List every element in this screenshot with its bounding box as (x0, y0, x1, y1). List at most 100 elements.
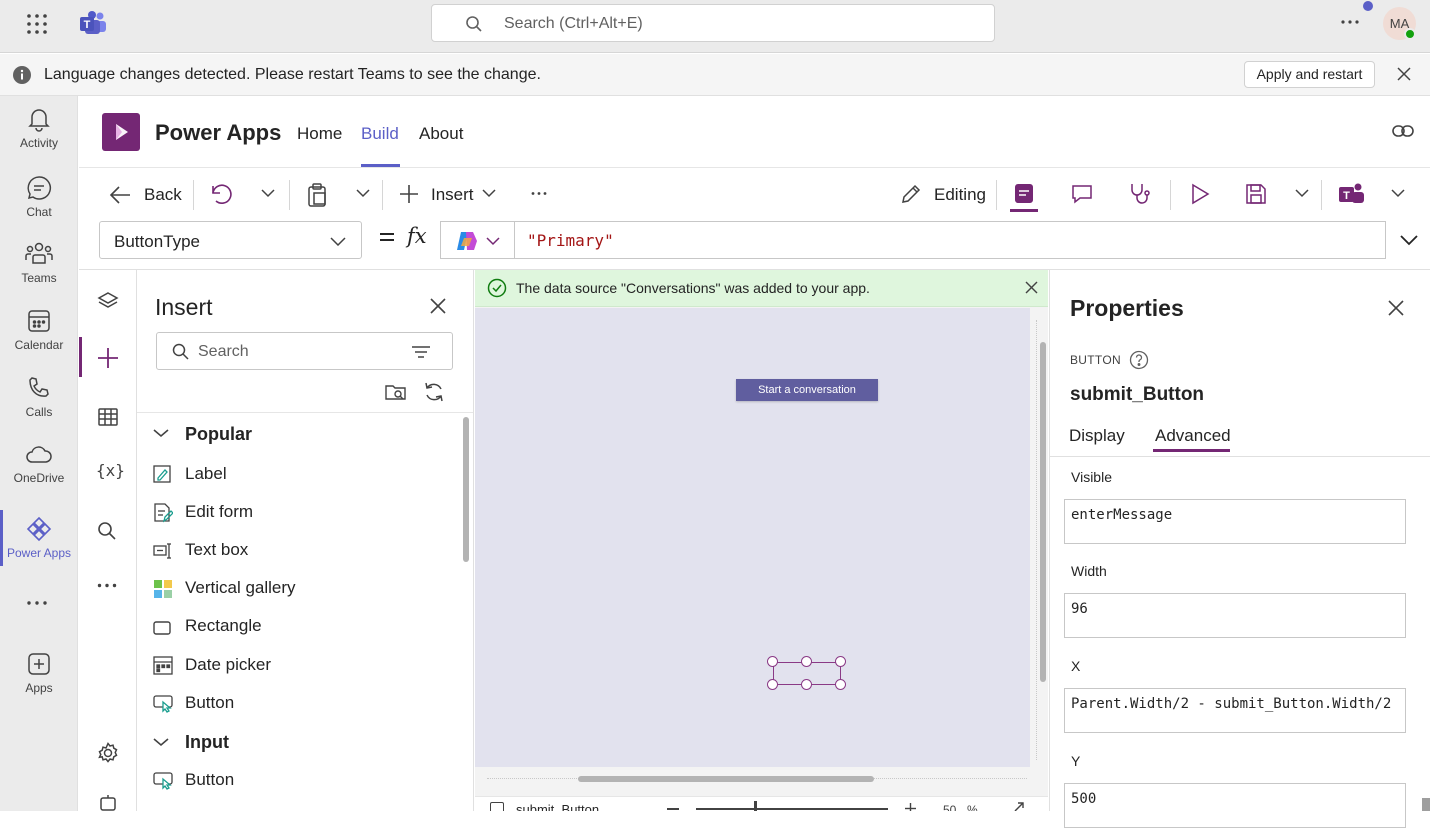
undo-icon[interactable] (210, 183, 234, 205)
chevron-down-icon[interactable] (261, 188, 275, 198)
insert-plus-icon[interactable] (399, 184, 419, 204)
tab-display[interactable]: Display (1069, 426, 1125, 446)
insert-item-rectangle[interactable]: Rectangle (137, 612, 457, 646)
insert-item-vertical-gallery[interactable]: Vertical gallery (137, 574, 457, 608)
tab-build-underline (361, 164, 400, 167)
resize-handle[interactable] (767, 679, 778, 690)
teams-logo-icon: T (79, 11, 107, 35)
paste-icon[interactable] (306, 183, 328, 207)
chevron-down-icon[interactable] (482, 188, 496, 198)
canvas-horizontal-scrollbar[interactable] (578, 776, 874, 782)
formula-input[interactable]: "Primary" (440, 221, 1386, 259)
collapse-popular-icon[interactable] (153, 428, 169, 438)
close-pane-icon[interactable] (430, 298, 446, 314)
tab-advanced[interactable]: Advanced (1155, 426, 1231, 446)
rail-item-chat[interactable]: Chat (0, 175, 78, 219)
tree-view-layers-icon[interactable] (97, 290, 119, 312)
refresh-icon[interactable] (423, 381, 445, 403)
resize-handle[interactable] (801, 679, 812, 690)
zoom-slider[interactable] (696, 808, 888, 810)
chevron-down-icon[interactable] (356, 188, 370, 198)
visible-field[interactable]: enterMessage (1064, 499, 1406, 544)
rail-item-onedrive[interactable]: OneDrive (0, 443, 78, 485)
variables-icon[interactable]: {x} (96, 461, 125, 480)
zoom-in-icon[interactable] (904, 802, 917, 811)
more-options-icon[interactable] (1340, 19, 1360, 25)
rail-item-power-apps[interactable]: Power Apps (0, 516, 78, 560)
search-icon[interactable] (97, 521, 117, 541)
search-placeholder: Search (Ctrl+Alt+E) (504, 15, 643, 32)
canvas-vertical-scrollbar[interactable] (1040, 342, 1046, 682)
help-icon[interactable] (1129, 350, 1149, 370)
width-field[interactable]: 96 (1064, 593, 1406, 638)
copilot-button[interactable] (441, 222, 515, 258)
publish-to-teams-icon[interactable]: T (1338, 182, 1366, 206)
search-box[interactable]: Search (Ctrl+Alt+E) (431, 4, 995, 42)
insert-item-label[interactable]: Label (137, 460, 457, 494)
resize-handle[interactable] (767, 656, 778, 667)
y-field[interactable]: 500 (1064, 783, 1406, 828)
insert-item-input-button[interactable]: Button (137, 766, 457, 800)
filter-icon[interactable] (411, 345, 431, 359)
chevron-down-icon[interactable] (1295, 188, 1309, 198)
properties-scrollbar[interactable] (1422, 798, 1430, 811)
property-dropdown[interactable]: ButtonType (99, 221, 362, 259)
preview-play-icon[interactable] (1190, 183, 1210, 205)
save-icon[interactable] (1245, 183, 1267, 205)
settings-gear-icon[interactable] (97, 742, 119, 764)
selected-control-name[interactable]: submit_Button (516, 802, 599, 811)
close-banner-icon[interactable] (1025, 281, 1038, 294)
more-tools-icon[interactable] (97, 583, 117, 588)
tab-home[interactable]: Home (297, 124, 342, 144)
insert-item-edit-form[interactable]: Edit form (137, 498, 457, 532)
expand-formula-icon[interactable] (1400, 234, 1418, 246)
back-button[interactable]: Back (144, 185, 182, 205)
input-header: Input (185, 732, 229, 752)
browse-folder-icon[interactable] (385, 382, 407, 402)
scrollbar[interactable] (463, 417, 469, 562)
data-table-icon[interactable] (97, 407, 119, 427)
insert-button[interactable]: Insert (431, 185, 474, 205)
more-apps-icon[interactable] (26, 600, 48, 606)
collapse-input-icon[interactable] (153, 737, 169, 747)
editing-mode[interactable]: Editing (934, 185, 986, 205)
resize-handle[interactable] (801, 656, 812, 667)
control-name[interactable]: submit_Button (1070, 384, 1204, 406)
app-checker-icon[interactable] (1013, 182, 1035, 206)
comments-icon[interactable] (1071, 183, 1093, 205)
tab-build[interactable]: Build (361, 124, 399, 144)
more-commands-icon[interactable] (531, 191, 547, 196)
field-label-y: Y (1071, 753, 1081, 769)
apply-and-restart-button[interactable]: Apply and restart (1244, 61, 1375, 88)
pencil-icon[interactable] (900, 183, 922, 205)
resize-handle[interactable] (835, 656, 846, 667)
back-arrow-icon[interactable] (108, 184, 132, 206)
start-conversation-button[interactable]: Start a conversation (736, 379, 878, 401)
zoom-out-icon[interactable] (667, 808, 679, 810)
rail-item-activity[interactable]: Activity (0, 106, 78, 150)
insert-search-input[interactable]: Search (156, 332, 453, 370)
fit-to-window-icon[interactable] (1013, 801, 1025, 811)
rail-item-apps[interactable]: Apps (0, 651, 78, 695)
link-icon[interactable] (1392, 123, 1414, 139)
x-field[interactable]: Parent.Width/2 - submit_Button.Width/2 (1064, 688, 1406, 733)
rail-item-teams[interactable]: Teams (0, 241, 78, 285)
insert-plus-icon[interactable] (97, 347, 119, 369)
virtual-agent-icon[interactable] (99, 794, 117, 811)
resize-handle[interactable] (835, 679, 846, 690)
tab-about[interactable]: About (419, 124, 463, 144)
chevron-down-icon[interactable] (1391, 188, 1405, 198)
text-box-icon (153, 543, 175, 559)
properties-title: Properties (1070, 295, 1184, 321)
insert-item-date-picker[interactable]: Date picker (137, 651, 457, 685)
insert-item-text-box[interactable]: Text box (137, 536, 457, 570)
stethoscope-icon[interactable] (1128, 182, 1152, 206)
close-notice-icon[interactable] (1396, 66, 1412, 82)
insert-item-button[interactable]: Button (137, 689, 457, 723)
zoom-slider-thumb[interactable] (754, 801, 757, 811)
close-properties-icon[interactable] (1388, 300, 1404, 316)
rail-item-calls[interactable]: Calls (0, 375, 78, 419)
rail-item-calendar[interactable]: Calendar (0, 308, 78, 352)
app-launcher-icon[interactable] (26, 13, 48, 35)
app-screen[interactable] (475, 308, 1030, 767)
